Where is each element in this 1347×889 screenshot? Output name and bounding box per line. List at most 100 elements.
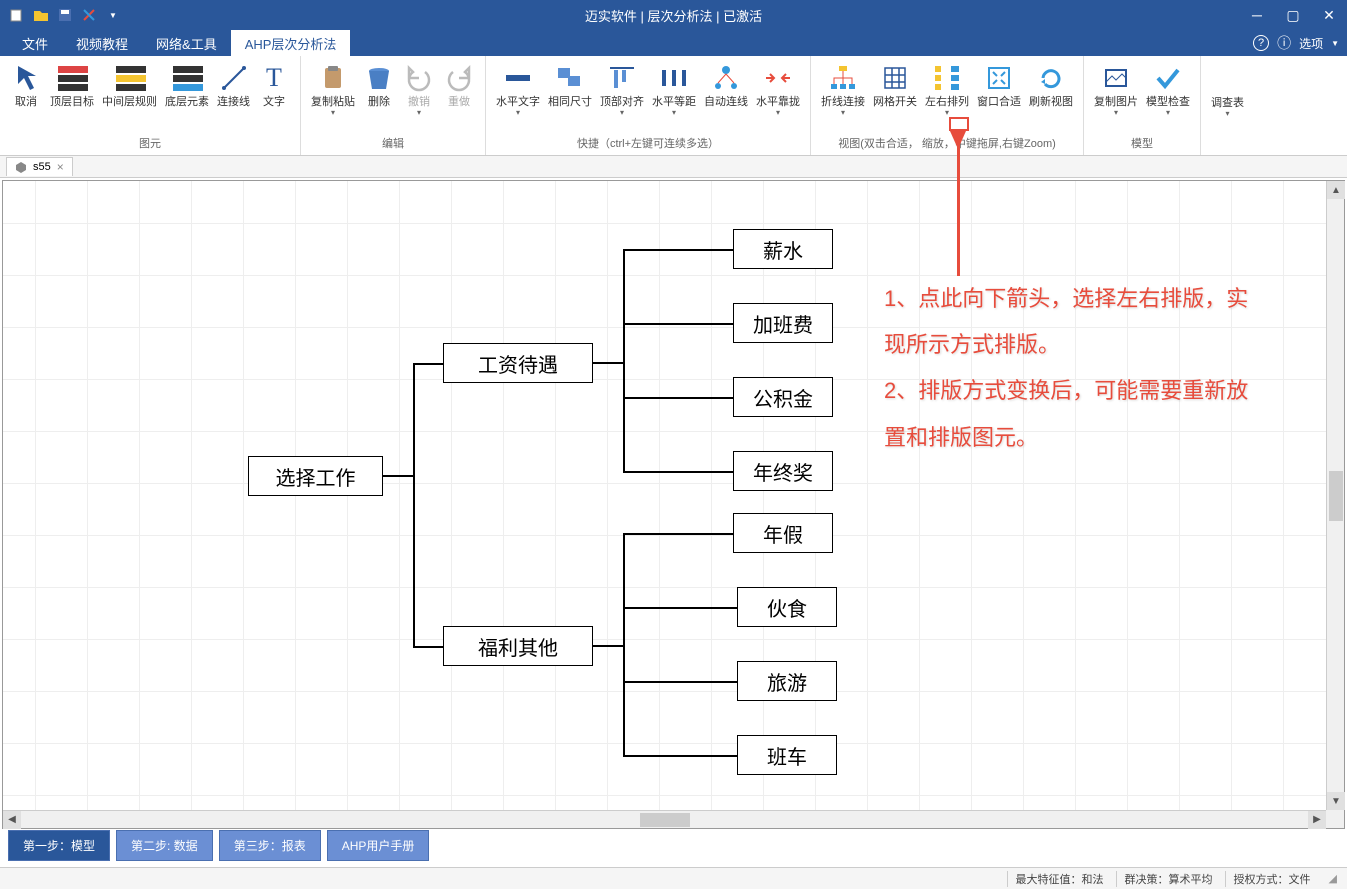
status-auth: 授权方式：文件 <box>1225 871 1319 887</box>
annotation-arrowhead <box>950 131 966 149</box>
node-leaf-1[interactable]: 薪水 <box>733 229 833 269</box>
hnear-button[interactable]: 水平靠拢▾ <box>752 60 804 119</box>
survey-button[interactable]: 调查表▾ <box>1207 79 1248 120</box>
connector <box>623 397 733 399</box>
text-button[interactable]: T 文字 <box>254 60 294 111</box>
autoconn-icon <box>710 62 742 94</box>
doctab-label: s55 <box>33 161 51 173</box>
node-leaf-3[interactable]: 公积金 <box>733 377 833 417</box>
connector <box>623 755 737 757</box>
copy-paste-button[interactable]: 复制粘贴▾ <box>307 60 359 119</box>
tab-net[interactable]: 网络&工具 <box>142 30 231 56</box>
connector-button[interactable]: 连接线 <box>213 60 254 111</box>
group-model-label: 模型 <box>1084 135 1200 155</box>
minimize-button[interactable]: ─ <box>1239 0 1275 30</box>
cancel-button[interactable]: 取消 <box>6 60 46 111</box>
top-layer-button[interactable]: 顶层目标 <box>46 60 98 111</box>
line-icon <box>218 62 250 94</box>
document-tab[interactable]: s55 × <box>6 157 73 176</box>
qat-tool-icon[interactable] <box>80 6 98 24</box>
layers-red-icon <box>56 62 88 94</box>
node-root[interactable]: 选择工作 <box>248 456 383 496</box>
group-elements-label: 图元 <box>0 135 300 155</box>
redo-button[interactable]: 重做 <box>439 60 479 111</box>
step-tabs: 第一步：模型 第二步: 数据 第三步：报表 AHP用户手册 <box>8 830 429 861</box>
topalign-button[interactable]: 顶部对齐▾ <box>596 60 648 119</box>
check-button[interactable]: 模型检查▾ <box>1142 60 1194 119</box>
node-mid-2[interactable]: 福利其他 <box>443 626 593 666</box>
resize-grip-icon[interactable]: ◢ <box>1323 872 1337 885</box>
qat-open-icon[interactable] <box>32 6 50 24</box>
fitwin-button[interactable]: 窗口合适 <box>973 60 1025 111</box>
scroll-thumb[interactable] <box>640 813 690 827</box>
help-icon[interactable]: ? <box>1253 35 1269 51</box>
undo-icon <box>403 62 435 94</box>
connector <box>623 533 733 535</box>
options-label[interactable]: 选项 <box>1299 35 1323 52</box>
menu-bar: 文件 视频教程 网络&工具 AHP层次分析法 ? ⓘ 选项 ▼ <box>0 30 1347 56</box>
scroll-left-icon[interactable]: ◀ <box>3 811 21 829</box>
samesize-button[interactable]: 相同尺寸 <box>544 60 596 111</box>
lralign-button[interactable]: 左右排列▾ <box>921 60 973 119</box>
layers-yellow-icon <box>114 62 146 94</box>
grid-button[interactable]: 网格开关 <box>869 60 921 111</box>
node-leaf-6[interactable]: 伙食 <box>737 587 837 627</box>
ribbon: 取消 顶层目标 中间层规则 底层元素 连接线 T 文字 图元 <box>0 56 1347 156</box>
node-leaf-2[interactable]: 加班费 <box>733 303 833 343</box>
hspace-button[interactable]: 水平等距▾ <box>648 60 700 119</box>
text-icon: T <box>258 62 290 94</box>
options-dropdown-icon[interactable]: ▼ <box>1331 39 1339 48</box>
info-icon[interactable]: ⓘ <box>1277 33 1291 53</box>
diagram-canvas[interactable]: 选择工作 工资待遇 福利其他 薪水 加班费 公积金 年终奖 年假 伙食 旅游 班… <box>3 181 1344 828</box>
scroll-right-icon[interactable]: ▶ <box>1308 811 1326 829</box>
connector <box>413 363 443 365</box>
node-leaf-5[interactable]: 年假 <box>733 513 833 553</box>
group-edit-label: 编辑 <box>301 135 485 155</box>
doctab-close-icon[interactable]: × <box>57 160 64 174</box>
hspace-icon <box>658 62 690 94</box>
tab-video[interactable]: 视频教程 <box>62 30 142 56</box>
scroll-down-icon[interactable]: ▼ <box>1327 792 1345 810</box>
close-button[interactable]: ✕ <box>1311 0 1347 30</box>
scroll-thumb[interactable] <box>1329 471 1343 521</box>
tab-file[interactable]: 文件 <box>8 30 62 56</box>
grid-icon <box>879 62 911 94</box>
qat-save-icon[interactable] <box>56 6 74 24</box>
delete-button[interactable]: 删除 <box>359 60 399 111</box>
layers-blue-icon <box>171 62 203 94</box>
canvas-container: 选择工作 工资待遇 福利其他 薪水 加班费 公积金 年终奖 年假 伙食 旅游 班… <box>2 180 1345 829</box>
connector <box>413 363 415 646</box>
node-mid-1[interactable]: 工资待遇 <box>443 343 593 383</box>
vertical-scrollbar[interactable]: ▲ ▼ <box>1326 181 1344 810</box>
redo-icon <box>443 62 475 94</box>
scroll-up-icon[interactable]: ▲ <box>1327 181 1345 199</box>
step-2-button[interactable]: 第二步: 数据 <box>116 830 213 861</box>
htext-button[interactable]: 水平文字▾ <box>492 60 544 119</box>
maximize-button[interactable]: ▢ <box>1275 0 1311 30</box>
node-leaf-7[interactable]: 旅游 <box>737 661 837 701</box>
connector <box>623 681 737 683</box>
lralign-icon <box>931 62 963 94</box>
htext-icon <box>502 62 534 94</box>
bottom-layer-button[interactable]: 底层元素 <box>161 60 213 111</box>
connector <box>413 646 443 648</box>
node-leaf-4[interactable]: 年终奖 <box>733 451 833 491</box>
node-leaf-8[interactable]: 班车 <box>737 735 837 775</box>
topalign-icon <box>606 62 638 94</box>
step-manual-button[interactable]: AHP用户手册 <box>327 830 430 861</box>
check-icon <box>1152 62 1184 94</box>
connector <box>623 471 733 473</box>
qat-new-icon[interactable] <box>8 6 26 24</box>
samesize-icon <box>554 62 586 94</box>
foldconn-button[interactable]: 折线连接▾ <box>817 60 869 119</box>
step-3-button[interactable]: 第三步：报表 <box>219 830 321 861</box>
tab-ahp[interactable]: AHP层次分析法 <box>231 30 351 56</box>
qat-dropdown-icon[interactable]: ▼ <box>104 6 122 24</box>
copyimg-button[interactable]: 复制图片▾ <box>1090 60 1142 119</box>
undo-button[interactable]: 撤销▾ <box>399 60 439 119</box>
refresh-button[interactable]: 刷新视图 <box>1025 60 1077 111</box>
step-1-button[interactable]: 第一步：模型 <box>8 830 110 861</box>
autoconn-button[interactable]: 自动连线 <box>700 60 752 111</box>
horizontal-scrollbar[interactable]: ◀ ▶ <box>3 810 1326 828</box>
mid-layer-button[interactable]: 中间层规则 <box>98 60 161 111</box>
